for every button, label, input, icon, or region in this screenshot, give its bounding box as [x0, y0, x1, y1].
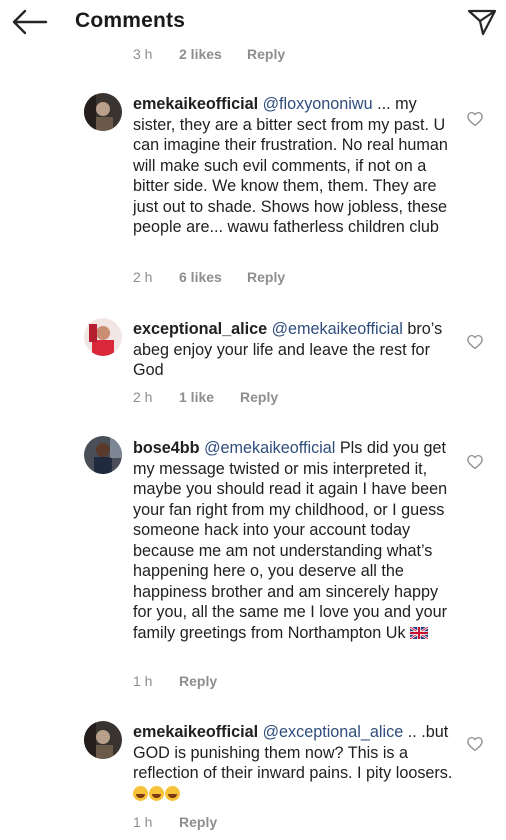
arrow-left-icon [12, 9, 48, 35]
comment-likes[interactable]: 2 likes [179, 46, 222, 62]
back-button[interactable] [10, 6, 50, 38]
like-heart-icon[interactable] [466, 735, 484, 753]
comment-time: 1 h [133, 673, 153, 689]
avatar[interactable] [84, 318, 122, 356]
comment-text: ... my sister, they are a bitter sect fr… [133, 95, 448, 236]
comment-body: exceptional_alice @emekaikeofficial bro’… [133, 319, 453, 381]
comment-likes[interactable]: 6 likes [179, 269, 222, 285]
like-heart-icon[interactable] [466, 453, 484, 471]
avatar[interactable] [84, 93, 122, 131]
uk-flag-icon [410, 626, 429, 639]
comment-time: 1 h [133, 814, 153, 830]
comment-username[interactable]: bose4bb [133, 439, 200, 457]
comment-username[interactable]: exceptional_alice [133, 320, 267, 338]
comment-likes[interactable]: 1 like [179, 389, 214, 405]
grinning-face-icon [133, 785, 148, 801]
comment-mention[interactable]: @exceptional_alice [263, 723, 404, 741]
comment-body: bose4bb @emekaikeofficial Pls did you ge… [133, 438, 453, 643]
share-button[interactable] [466, 7, 498, 37]
comment-body: emekaikeofficial @exceptional_alice .. .… [133, 722, 453, 804]
reply-button[interactable]: Reply [179, 814, 217, 830]
comment-text: Pls did you get my message twisted or mi… [133, 439, 448, 642]
comment-time: 2 h [133, 389, 153, 405]
comment-time: 2 h [133, 269, 153, 285]
comment-body: emekaikeofficial @floxyononiwu ... my si… [133, 94, 453, 238]
reply-button[interactable]: Reply [179, 673, 217, 689]
grinning-face-icon [149, 785, 164, 801]
comment-username[interactable]: emekaikeofficial [133, 95, 258, 113]
like-heart-icon[interactable] [466, 110, 484, 128]
header-bar: Comments [0, 0, 506, 42]
comment-mention[interactable]: @emekaikeofficial [272, 320, 403, 338]
reply-button[interactable]: Reply [240, 389, 278, 405]
reply-button[interactable]: Reply [247, 46, 285, 62]
paper-plane-icon [467, 9, 497, 36]
comments-feed: 3 h 2 likes Reply emekaikeofficial @flox… [0, 0, 506, 840]
avatar[interactable] [84, 721, 122, 759]
grinning-face-icon [165, 785, 180, 801]
page-title: Comments [75, 9, 186, 32]
comment-username[interactable]: emekaikeofficial [133, 723, 258, 741]
avatar[interactable] [84, 436, 122, 474]
comment-mention[interactable]: @floxyononiwu [263, 95, 373, 113]
like-heart-icon[interactable] [466, 333, 484, 351]
comment-time: 3 h [133, 46, 153, 62]
comment-mention[interactable]: @emekaikeofficial [204, 439, 335, 457]
reply-button[interactable]: Reply [247, 269, 285, 285]
